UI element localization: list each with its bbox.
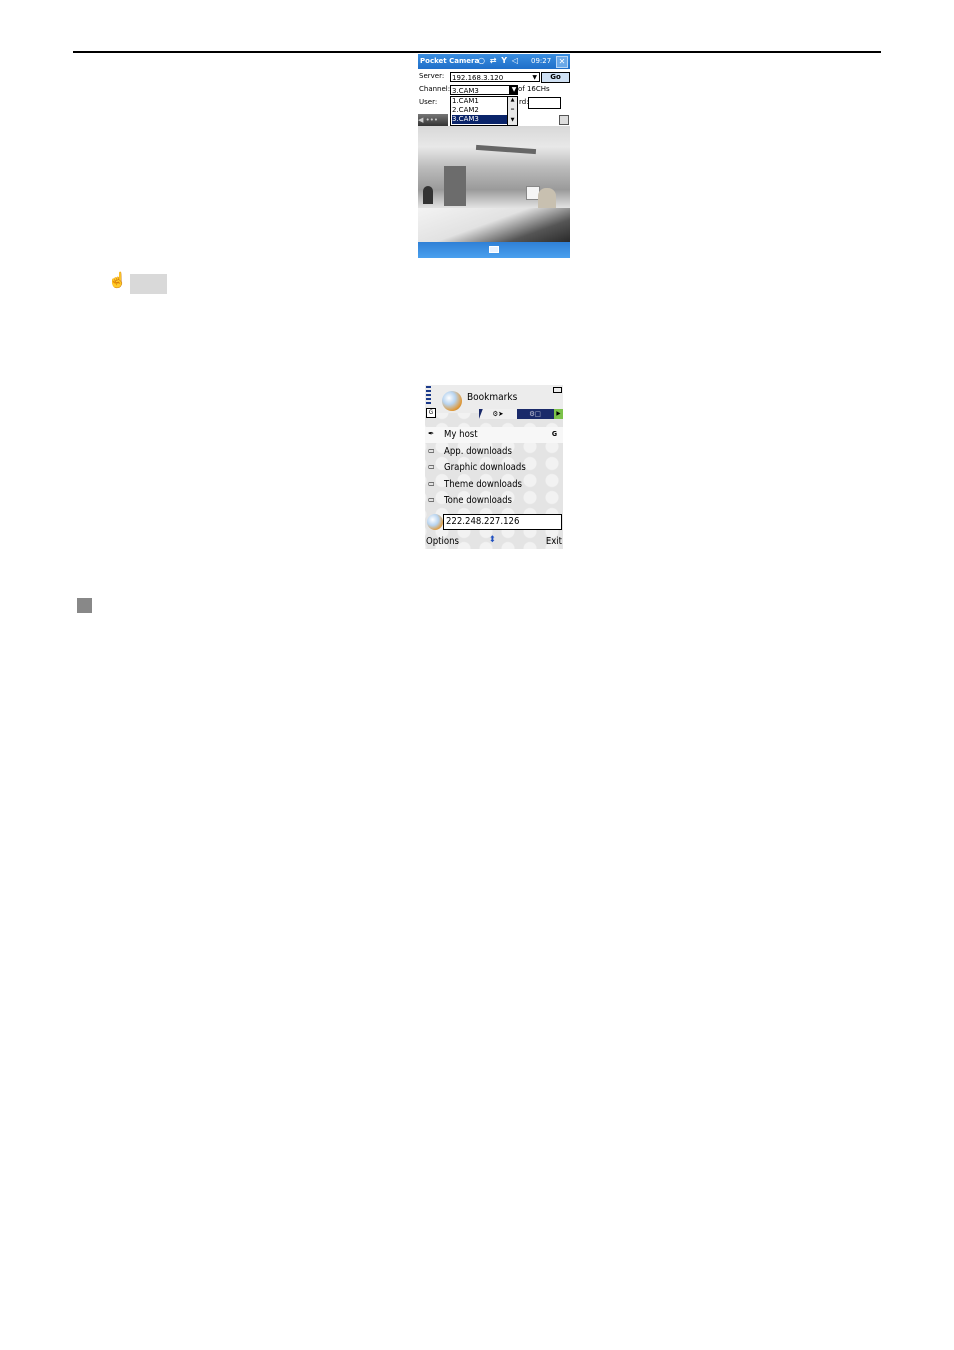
server-input[interactable]: 192.168.3.120 ▼: [450, 72, 540, 82]
gprs-icon: G: [426, 408, 436, 418]
clock: 09:27: [531, 57, 552, 65]
pocket-camera-screenshot: Pocket Camera ○ ⇄ Y ◁ 09:27 ✕ Server: 19…: [418, 54, 570, 258]
scroll-updown-icon: ⬍: [489, 535, 496, 545]
shortcut-key: G: [551, 430, 557, 438]
signal-strength-icon: [426, 386, 431, 406]
go-to-address-icon: [427, 514, 443, 530]
password-input[interactable]: [528, 97, 561, 109]
bottom-bar: [418, 242, 570, 258]
desk: [418, 208, 570, 242]
channel-dropdown-arrow-icon[interactable]: ▼: [510, 85, 518, 95]
scroll-thumb[interactable]: ═: [509, 107, 516, 113]
tab-bookmarks[interactable]: ⚙➤: [479, 409, 517, 419]
chevron-down-icon[interactable]: ▼: [532, 73, 537, 83]
list-item[interactable]: ▭ Tone downloads: [425, 493, 563, 509]
dropdown-scrollbar[interactable]: ▲ ═ ▼: [507, 97, 517, 125]
nav-left-icon: ◀ •••: [418, 116, 438, 124]
channel-option-selected[interactable]: 3.CAM3: [452, 115, 510, 124]
options-softkey[interactable]: Options: [426, 536, 459, 547]
scroll-up-icon[interactable]: ▲: [509, 97, 516, 103]
scroll-down-icon[interactable]: ▼: [509, 117, 516, 123]
folder-icon: ▭: [428, 479, 435, 488]
channel-option[interactable]: 1.CAM1: [452, 97, 510, 106]
status-icons: ○ ⇄ Y ◁: [478, 56, 519, 65]
hand-pointer-icon: ☝: [108, 272, 127, 289]
close-icon[interactable]: ✕: [556, 56, 568, 68]
server-value: 192.168.3.120: [452, 74, 504, 82]
tab-saved-pages[interactable]: ⚙□: [521, 409, 549, 419]
user-label: User:: [419, 98, 438, 106]
softkey-bar: Options ⬍ Exit: [425, 534, 563, 549]
globe-icon: [442, 391, 462, 411]
folder-icon: ▭: [428, 462, 435, 471]
list-item[interactable]: ▭ App. downloads: [425, 444, 563, 460]
channel-count: of 16CHs: [518, 85, 550, 93]
app-title: Pocket Camera: [420, 57, 480, 65]
camera-video-feed: [418, 126, 570, 242]
channel-select[interactable]: 3.CAM3: [450, 85, 510, 95]
nav-arrows[interactable]: ◀ •••: [418, 114, 448, 126]
exit-softkey[interactable]: Exit: [546, 536, 562, 547]
channel-dropdown-list: 1.CAM1 2.CAM2 3.CAM3 ▲ ═ ▼: [450, 96, 518, 126]
list-item-label: My host: [444, 429, 478, 440]
channel-option[interactable]: 2.CAM2: [452, 106, 510, 115]
bookshelf: [444, 166, 466, 206]
bookmark-pen-icon: ✒: [428, 429, 435, 438]
folder-icon: ▭: [428, 495, 435, 504]
fullscreen-icon[interactable]: [559, 115, 569, 125]
tab-next-arrow-icon[interactable]: ▶: [554, 409, 563, 419]
list-item[interactable]: ✒ My host G: [425, 427, 563, 443]
ceiling-light: [475, 144, 537, 155]
list-item-label: Theme downloads: [444, 479, 522, 490]
battery-icon: [553, 387, 562, 393]
note-label-box: [130, 274, 167, 294]
go-button[interactable]: Go: [541, 72, 570, 83]
address-input[interactable]: 222.248.227.126: [443, 514, 562, 530]
server-label: Server:: [419, 72, 445, 80]
keyboard-icon[interactable]: [489, 246, 499, 253]
section-bullet: [77, 598, 92, 613]
title-bar: Pocket Camera ○ ⇄ Y ◁ 09:27 ✕: [418, 54, 570, 69]
list-item[interactable]: ▭ Graphic downloads: [425, 460, 563, 476]
list-item-label: App. downloads: [444, 446, 512, 457]
screen-title: Bookmarks: [467, 392, 518, 403]
channel-value: 3.CAM3: [452, 87, 479, 95]
person: [423, 186, 433, 204]
list-item-label: Graphic downloads: [444, 462, 526, 473]
channel-label: Channel:: [419, 85, 451, 93]
folder-icon: ▭: [428, 446, 435, 455]
header-rule: [73, 51, 881, 53]
bookmarks-screenshot: G Bookmarks ⚙➤ ⚙□ ▶ ✒ My host G ▭ App. d…: [425, 385, 563, 549]
list-item-label: Tone downloads: [444, 495, 513, 506]
list-item[interactable]: ▭ Theme downloads: [425, 477, 563, 493]
